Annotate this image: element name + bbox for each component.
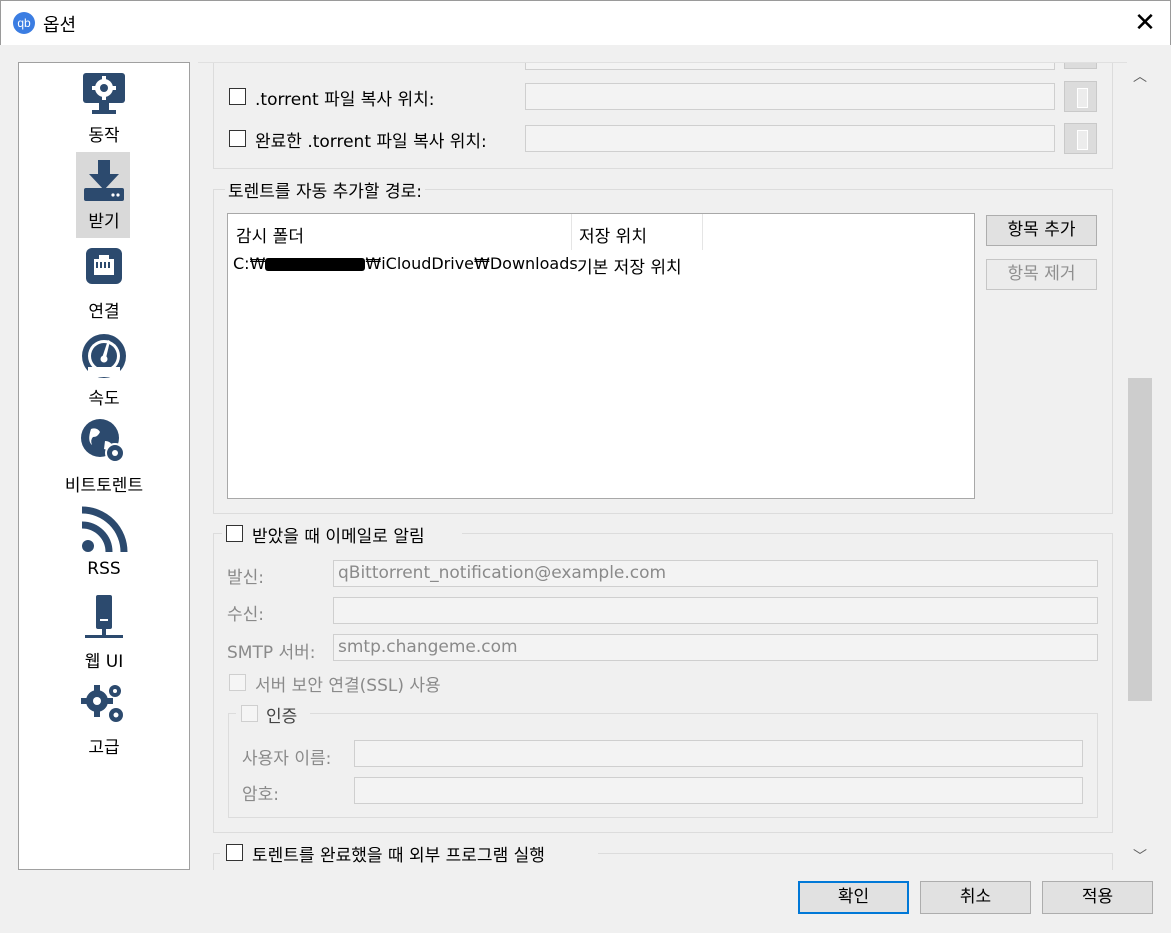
copy-torrent-checkbox[interactable] (229, 88, 246, 105)
smtp-server-field[interactable]: smtp.changeme.com (333, 634, 1098, 661)
password-label: 암호: (242, 785, 280, 805)
username-label: 사용자 이름: (242, 749, 332, 769)
sidebar-item-label: 속도 (88, 389, 120, 409)
monitor-gear-icon (83, 73, 125, 114)
options-sidebar: 동작 받기 연결 속도 비트토렌트 RSS 웹 UI 고급 (18, 62, 190, 870)
redacted-username (265, 258, 366, 271)
network-port-icon (86, 248, 122, 284)
to-label: 수신: (227, 605, 265, 625)
save-location-cell[interactable]: 기본 저장 위치 (577, 253, 682, 278)
copy-torrent-label: .torrent 파일 복사 위치: (255, 90, 435, 110)
copy-finished-torrent-browse-button[interactable] (1064, 123, 1097, 154)
sidebar-item-label: 고급 (88, 738, 120, 758)
cancel-button[interactable]: 취소 (920, 881, 1031, 914)
copy-finished-torrent-checkbox[interactable] (229, 130, 246, 147)
email-notification-checkbox[interactable] (226, 525, 243, 542)
sidebar-item-behavior[interactable]: 동작 (19, 63, 189, 150)
downloads-settings-panel: .torrent 파일 복사 위치: 완료한 .torrent 파일 복사 위치… (198, 62, 1127, 870)
sidebar-item-bittorrent[interactable]: 비트토렌트 (19, 415, 189, 502)
run-external-program-label: 토렌트를 완료했을 때 외부 프로그램 실행 (252, 846, 545, 866)
watch-folders-group-title: 토렌트를 자동 추가할 경로: (225, 177, 425, 202)
remove-entry-button[interactable]: 항목 제거 (986, 259, 1097, 290)
sidebar-item-label: 연결 (88, 302, 120, 322)
sidebar-item-label: 비트토렌트 (64, 476, 144, 496)
sidebar-item-web-ui[interactable]: 웹 UI (19, 591, 189, 678)
sidebar-item-speed[interactable]: 속도 (19, 327, 189, 414)
sidebar-item-connection[interactable]: 연결 (19, 239, 189, 326)
rss-icon (81, 506, 128, 553)
window-title: 옵션 (43, 15, 77, 36)
gears-icon (81, 685, 123, 722)
scroll-down-arrow-icon[interactable]: ﹀ (1127, 844, 1153, 870)
ssl-label: 서버 보안 연결(SSL) 사용 (255, 676, 441, 696)
username-field[interactable] (354, 740, 1083, 767)
browse-button-partial[interactable] (1064, 63, 1097, 69)
server-icon (85, 595, 123, 638)
sidebar-item-label: 동작 (88, 126, 120, 146)
watch-folder-path[interactable]: C:₩ ₩iCloudDrive₩Downloads (233, 254, 578, 273)
torrent-copy-group (213, 63, 1113, 169)
table-row[interactable]: C:₩ ₩iCloudDrive₩Downloads 기본 저장 위치 (228, 252, 974, 280)
column-header-save-location[interactable]: 저장 위치 (579, 222, 647, 247)
scroll-up-arrow-icon[interactable]: ︿ (1127, 64, 1153, 90)
email-notification-label: 받았을 때 이메일로 알림 (252, 527, 425, 547)
watch-folders-table[interactable]: 감시 폴더 저장 위치 C:₩ ₩iCloudDrive₩Downloads 기본… (227, 213, 975, 499)
ssl-checkbox[interactable] (229, 674, 246, 691)
copy-finished-torrent-path-field[interactable] (525, 125, 1055, 152)
apply-button[interactable]: 적용 (1042, 881, 1153, 914)
from-address-field[interactable]: qBittorrent_notification@example.com (333, 560, 1098, 587)
copy-torrent-browse-button[interactable] (1064, 81, 1097, 112)
sidebar-item-downloads[interactable]: 받기 (19, 151, 189, 238)
qbittorrent-app-icon: qb (13, 12, 35, 34)
download-icon (84, 160, 124, 201)
sidebar-item-label: 받기 (88, 212, 120, 232)
copy-torrent-path-field[interactable] (525, 83, 1055, 110)
sidebar-item-label: RSS (87, 559, 121, 579)
folder-path-suffix: ₩iCloudDrive₩Downloads (365, 254, 578, 273)
column-header-watch-folder[interactable]: 감시 폴더 (236, 222, 304, 247)
copy-finished-torrent-label: 완료한 .torrent 파일 복사 위치: (255, 132, 487, 152)
to-address-field[interactable] (333, 597, 1098, 624)
authentication-label: 인증 (266, 707, 298, 727)
ok-button[interactable]: 확인 (798, 881, 909, 914)
sidebar-item-label: 웹 UI (84, 652, 124, 672)
sidebar-item-rss[interactable]: RSS (19, 503, 189, 590)
run-external-program-checkbox[interactable] (226, 844, 243, 861)
folder-path-prefix: C:₩ (233, 254, 266, 273)
authentication-checkbox[interactable] (241, 705, 258, 722)
title-bar: qb 옵션 ✕ (0, 0, 1171, 45)
speedometer-icon (82, 334, 126, 378)
sidebar-item-advanced[interactable]: 고급 (19, 679, 189, 766)
from-label: 발신: (227, 568, 265, 588)
vertical-scrollbar[interactable]: ︿ ﹀ (1127, 62, 1153, 870)
add-entry-button[interactable]: 항목 추가 (986, 215, 1097, 246)
close-button[interactable]: ✕ (1127, 7, 1163, 39)
smtp-server-label: SMTP 서버: (227, 643, 316, 663)
save-path-field-partial[interactable] (525, 63, 1055, 70)
globe-gear-icon (81, 419, 125, 463)
column-divider (571, 214, 572, 250)
scrollbar-thumb[interactable] (1128, 378, 1152, 701)
password-field[interactable] (354, 777, 1083, 804)
column-divider (702, 214, 703, 250)
